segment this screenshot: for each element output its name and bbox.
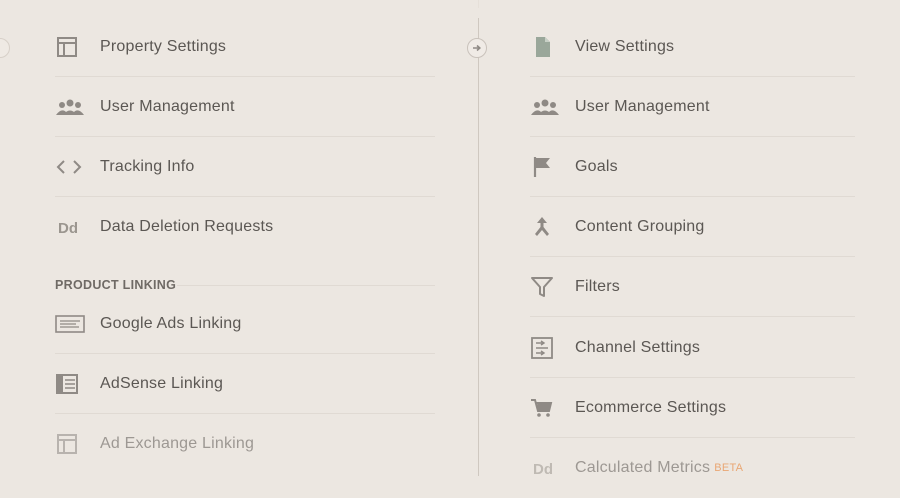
code-icon [55, 155, 85, 179]
flag-icon [530, 155, 560, 179]
channel-settings-item[interactable]: Channel Settings [530, 318, 855, 378]
property-user-management-item[interactable]: User Management [55, 77, 435, 137]
filter-icon [530, 275, 560, 299]
calculated-metrics-item[interactable]: Dd Calculated Metrics BETA [530, 438, 855, 498]
calculated-metrics-label: Calculated Metrics [575, 459, 711, 476]
copy-view-button[interactable] [467, 38, 487, 58]
product-linking-header: PRODUCT LINKING [55, 278, 177, 292]
adsense-icon [55, 372, 85, 396]
view-user-management-item[interactable]: User Management [530, 77, 855, 137]
beta-badge: BETA [714, 462, 744, 474]
arrow-right-icon [473, 44, 482, 52]
content-grouping-label: Content Grouping [575, 218, 705, 235]
google-ads-linking-item[interactable]: Google Ads Linking [55, 294, 435, 354]
layout-icon [55, 35, 85, 59]
adsense-linking-label: AdSense Linking [100, 375, 224, 392]
dd-icon: Dd [55, 215, 85, 239]
cart-icon [530, 396, 560, 420]
filters-label: Filters [575, 278, 620, 295]
property-user-management-label: User Management [100, 98, 235, 115]
content-grouping-item[interactable]: Content Grouping [530, 197, 855, 257]
svg-text:Dd: Dd [58, 220, 78, 237]
view-user-management-label: User Management [575, 98, 710, 115]
column-divider-top [478, 0, 479, 8]
ecommerce-settings-label: Ecommerce Settings [575, 399, 727, 416]
ad-exchange-linking-label: Ad Exchange Linking [100, 435, 255, 452]
column-divider [478, 18, 479, 476]
tracking-info-label: Tracking Info [100, 158, 195, 175]
goals-item[interactable]: Goals [530, 137, 855, 197]
merge-icon [530, 215, 560, 239]
view-settings-label: View Settings [575, 38, 675, 55]
layout-icon [55, 432, 85, 456]
copy-property-button[interactable] [0, 38, 10, 58]
ecommerce-settings-item[interactable]: Ecommerce Settings [530, 378, 855, 438]
ad-exchange-linking-item[interactable]: Ad Exchange Linking [55, 414, 435, 474]
channel-settings-label: Channel Settings [575, 339, 701, 356]
filters-item[interactable]: Filters [530, 257, 855, 317]
svg-text:Dd: Dd [533, 461, 553, 478]
document-icon [530, 35, 560, 59]
dd-icon: Dd [530, 456, 560, 480]
users-icon [530, 95, 560, 119]
users-icon [55, 95, 85, 119]
data-deletion-requests-item[interactable]: Dd Data Deletion Requests [55, 197, 435, 257]
ads-icon [55, 312, 85, 336]
property-settings-item[interactable]: Property Settings [55, 17, 435, 77]
view-settings-item[interactable]: View Settings [530, 17, 855, 77]
separator [530, 316, 855, 317]
property-settings-label: Property Settings [100, 38, 227, 55]
google-ads-linking-label: Google Ads Linking [100, 315, 242, 332]
section-divider [177, 285, 435, 286]
channel-icon [530, 336, 560, 360]
data-deletion-requests-label: Data Deletion Requests [100, 218, 274, 235]
tracking-info-item[interactable]: Tracking Info [55, 137, 435, 197]
adsense-linking-item[interactable]: AdSense Linking [55, 354, 435, 414]
goals-label: Goals [575, 158, 618, 175]
